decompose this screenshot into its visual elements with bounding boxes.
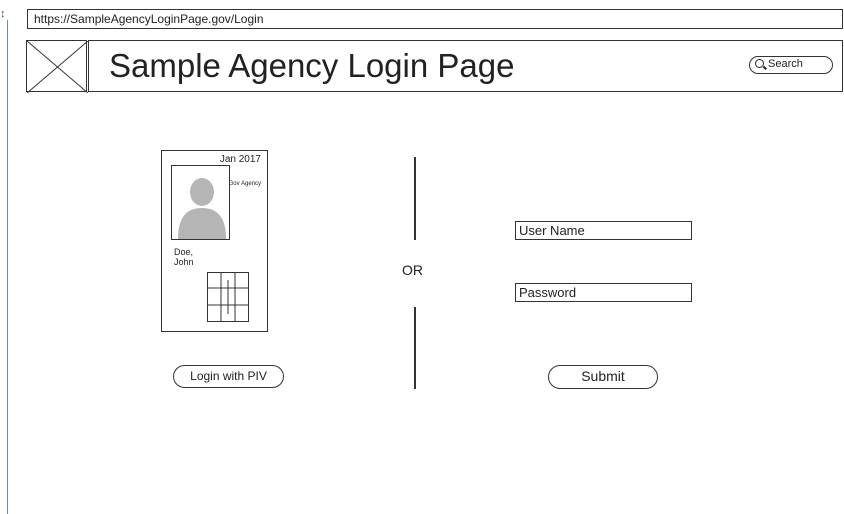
or-separator-label: OR <box>402 262 423 278</box>
image-placeholder-icon <box>27 41 88 93</box>
logo-placeholder <box>26 40 88 93</box>
search-button[interactable]: Search <box>749 56 833 74</box>
submit-button[interactable]: Submit <box>548 365 658 389</box>
card-holder-name: Doe, John <box>174 247 214 267</box>
card-date: Jan 2017 <box>219 154 261 165</box>
search-icon <box>755 58 764 68</box>
search-label: Search <box>768 58 803 70</box>
page-title: Sample Agency Login Page <box>109 47 515 84</box>
smartcard-chip-icon <box>207 272 249 322</box>
card-photo <box>171 165 230 240</box>
resize-cursor-icon: ↕ <box>0 8 6 20</box>
person-silhouette-icon <box>178 178 226 239</box>
page-header: Sample Agency Login Page Search <box>88 40 843 92</box>
card-agency: Gov Agency <box>228 181 261 187</box>
separator-line-top <box>414 157 416 240</box>
address-bar[interactable]: https://SampleAgencyLoginPage.gov/Login <box>27 9 843 29</box>
card-name-last: Doe, <box>174 247 194 257</box>
card-name-first: John <box>174 257 194 267</box>
address-bar-url: https://SampleAgencyLoginPage.gov/Login <box>34 12 264 26</box>
window-frame-edge <box>7 20 8 514</box>
username-input[interactable] <box>515 221 692 240</box>
login-with-piv-button[interactable]: Login with PIV <box>173 365 284 388</box>
separator-line-bottom <box>414 307 416 389</box>
piv-card-illustration: Jan 2017 Gov Agency Doe, John <box>161 150 268 332</box>
password-input[interactable] <box>515 283 692 302</box>
